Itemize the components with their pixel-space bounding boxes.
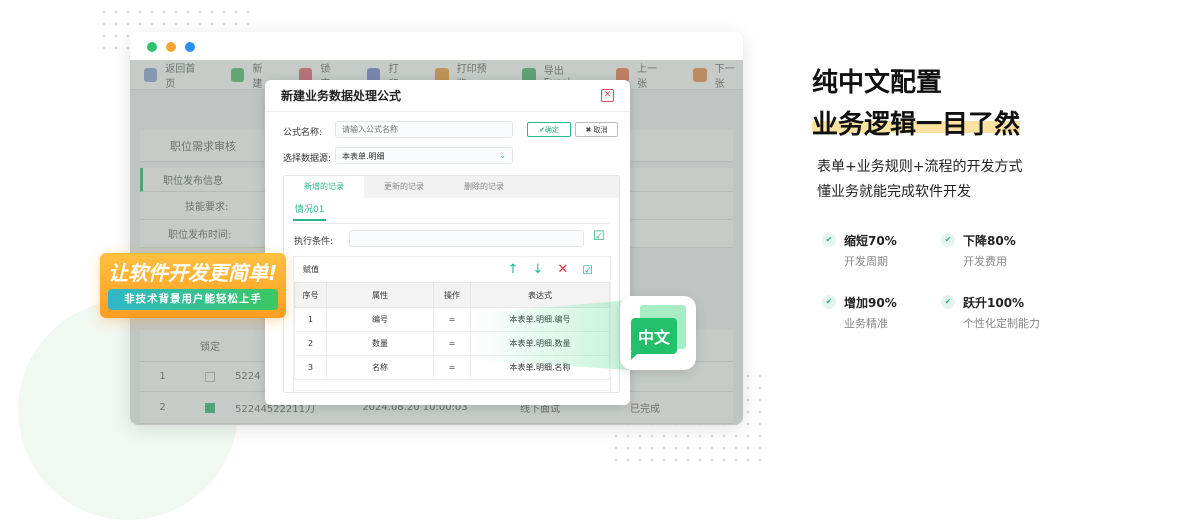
feature-item: ✔ 缩短70% 开发周期 — [822, 232, 897, 269]
promo-badge: 让软件开发更简单! 非技术背景用户能轻松上手 — [100, 253, 286, 318]
check-icon: ✔ — [822, 233, 836, 247]
dialog-title: 新建业务数据处理公式 — [281, 89, 402, 103]
table-cell: 3 — [294, 355, 327, 380]
feature-value: 缩短70% — [844, 234, 897, 248]
table-cell: 2 — [294, 331, 327, 356]
source-value: 本表单.明细 — [342, 152, 385, 161]
check-icon: ✔ — [822, 295, 836, 309]
source-label: 选择数据源: — [283, 154, 332, 164]
table-cell: = — [433, 331, 471, 356]
headline-1: 纯中文配置 — [812, 68, 943, 98]
edit-icon[interactable]: ☑ — [593, 229, 605, 244]
window-dot-blue[interactable] — [185, 42, 195, 52]
feature-desc: 开发费用 — [963, 255, 1007, 268]
feature-desc: 个性化定制能力 — [963, 317, 1040, 330]
feature-item: ✔ 跃升100% 个性化定制能力 — [941, 294, 1040, 331]
close-icon[interactable]: ✕ — [601, 89, 614, 102]
condition-input[interactable] — [349, 230, 584, 247]
feature-desc: 开发周期 — [844, 255, 888, 268]
badge-title: 让软件开发更简单! — [108, 261, 278, 285]
window-dot-orange[interactable] — [166, 42, 176, 52]
move-down-icon[interactable]: ↓ — [532, 262, 543, 277]
check-icon: ✔ — [941, 295, 955, 309]
table-cell: 名称 — [326, 355, 434, 380]
subtitle-line-1: 表单+业务规则+流程的开发方式 — [817, 159, 1023, 175]
check-icon: ✔ — [941, 233, 955, 247]
table-cell: = — [433, 355, 471, 380]
name-label: 公式名称: — [283, 128, 323, 138]
tab-added[interactable]: 新增的记录 — [284, 176, 364, 198]
subtitle-line-2: 懂业务就能完成软件开发 — [817, 184, 971, 200]
table-cell: 编号 — [326, 307, 434, 332]
tab-deleted[interactable]: 删除的记录 — [444, 176, 524, 198]
formula-name-input[interactable] — [335, 121, 513, 138]
table-cell: 数量 — [326, 331, 434, 356]
delete-icon[interactable]: ✕ — [557, 262, 568, 277]
source-select[interactable]: 本表单.明细 ⌄ — [335, 147, 513, 164]
bubble-text: 中文 — [638, 328, 671, 347]
badge-subtitle: 非技术背景用户能轻松上手 — [108, 289, 278, 310]
feature-value: 下降80% — [963, 234, 1016, 248]
feature-value: 增加90% — [844, 296, 897, 310]
tab-updated[interactable]: 更新的记录 — [364, 176, 444, 198]
window-dot-green[interactable] — [147, 42, 157, 52]
assign-title: 赋值 — [303, 265, 319, 274]
subtab-case01[interactable]: 情况01 — [293, 202, 327, 221]
edit-icon[interactable]: ☑ — [582, 263, 593, 277]
col-header: 操作 — [433, 282, 471, 308]
col-header: 属性 — [326, 282, 434, 308]
move-up-icon[interactable]: ↑ — [508, 262, 519, 277]
title-bar — [130, 32, 743, 60]
table-cell: = — [433, 307, 471, 332]
col-header: 序号 — [294, 282, 327, 308]
chevron-down-icon: ⌄ — [499, 151, 506, 160]
confirm-button[interactable]: ✔确定 — [527, 122, 571, 137]
table-cell: 1 — [294, 307, 327, 332]
feature-item: ✔ 增加90% 业务精准 — [822, 294, 897, 331]
cancel-button[interactable]: ✖ 取消 — [575, 122, 618, 137]
feature-value: 跃升100% — [963, 296, 1025, 310]
chinese-bubble: 中文 — [620, 296, 696, 370]
feature-desc: 业务精准 — [844, 317, 888, 330]
feature-item: ✔ 下降80% 开发费用 — [941, 232, 1016, 269]
headline-2: 业务逻辑一目了然 — [812, 110, 1021, 140]
condition-label: 执行条件: — [294, 237, 334, 247]
